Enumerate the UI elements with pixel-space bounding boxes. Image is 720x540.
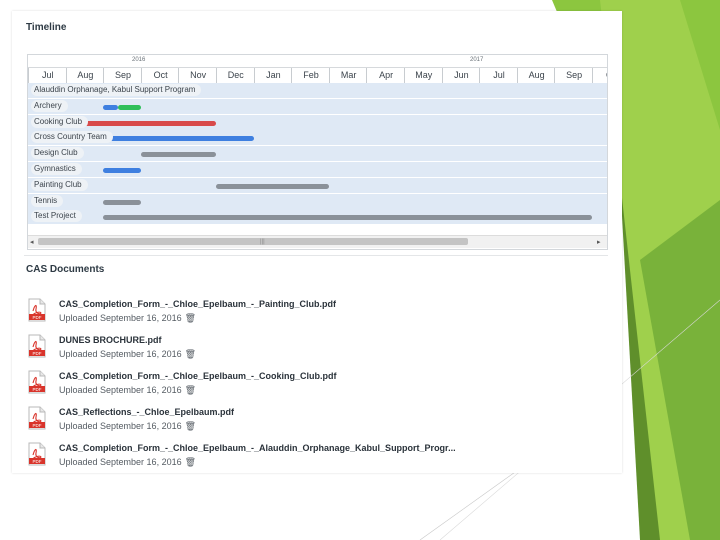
month-label: Mar: [328, 68, 368, 83]
svg-text:PDF: PDF: [33, 387, 42, 392]
activity-label[interactable]: Painting Club: [31, 178, 88, 191]
document-upload-date: Uploaded September 16, 2016 🗑: [59, 349, 196, 360]
grip-icon: |||: [260, 239, 265, 245]
activity-label[interactable]: Alauddin Orphanage, Kabul Support Progra…: [31, 84, 202, 96]
timeline-title: Timeline: [26, 22, 67, 33]
svg-text:PDF: PDF: [33, 351, 42, 356]
timeline-horizontal-scrollbar[interactable]: ◂ ||| ▸: [28, 235, 607, 248]
pdf-file-icon[interactable]: PDF: [28, 370, 46, 394]
timeline-row[interactable]: Alauddin Orphanage, Kabul Support Progra…: [28, 83, 607, 99]
section-divider: [24, 255, 608, 256]
pdf-file-icon[interactable]: PDF: [28, 442, 46, 466]
timeline-bar[interactable]: [103, 168, 141, 173]
activity-label[interactable]: Design Club: [31, 147, 84, 160]
month-label: Jul: [479, 68, 518, 83]
month-label: Jun: [441, 68, 481, 83]
timeline-row[interactable]: Archery: [28, 98, 607, 115]
upload-date-text: Uploaded September 16, 2016: [59, 457, 182, 467]
document-item[interactable]: PDF CAS_Completion_Form_-_Chloe_Epelbaum_…: [28, 442, 528, 476]
timeline-bar[interactable]: [216, 183, 329, 189]
timeline-row[interactable]: Tennis: [28, 193, 607, 210]
timeline-bar[interactable]: [140, 152, 216, 158]
trash-icon[interactable]: 🗑: [185, 313, 196, 323]
month-label: Nov: [178, 68, 217, 83]
document-link[interactable]: DUNES BROCHURE.pdf: [59, 335, 162, 345]
timeline-bar[interactable]: [65, 120, 216, 126]
document-upload-date: Uploaded September 16, 2016 🗑: [59, 385, 196, 396]
month-label: Feb: [291, 68, 330, 83]
activity-label[interactable]: Cross Country Team: [31, 131, 113, 144]
month-label: Apr: [366, 68, 405, 83]
pdf-file-icon[interactable]: PDF: [28, 298, 46, 322]
document-item[interactable]: PDF CAS_Reflections_-_Chloe_Epelbaum.pdf U…: [28, 406, 528, 440]
document-link[interactable]: CAS_Reflections_-_Chloe_Epelbaum.pdf: [59, 407, 234, 417]
svg-text:PDF: PDF: [33, 315, 42, 320]
timeline-row[interactable]: Test Project: [28, 209, 607, 226]
svg-text:PDF: PDF: [33, 459, 42, 464]
month-label: Sep: [103, 68, 142, 83]
timeline-row[interactable]: Painting Club: [28, 177, 607, 194]
month-label: Dec: [216, 68, 255, 83]
scroll-right-icon[interactable]: ▸: [597, 238, 601, 246]
timeline-month-row: Jul Aug Sep Oct Nov Dec Jan Feb Mar Apr May Jun Jul A…: [28, 68, 607, 84]
timeline-row[interactable]: Cross Country Team: [28, 130, 607, 147]
document-item[interactable]: PDF CAS_Completion_Form_-_Chloe_Epelbaum_…: [28, 298, 528, 332]
documents-title: CAS Documents: [26, 264, 105, 275]
scrollbar-thumb[interactable]: |||: [38, 238, 468, 245]
trash-icon[interactable]: 🗑: [185, 349, 196, 359]
month-label: Aug: [65, 68, 105, 83]
month-label: May: [404, 68, 443, 83]
timeline-row[interactable]: Design Club: [28, 146, 607, 163]
pdf-file-icon[interactable]: PDF: [28, 406, 46, 430]
upload-date-text: Uploaded September 16, 2016: [59, 313, 182, 323]
timeline-row[interactable]: Cooking Club: [28, 114, 607, 131]
activity-label[interactable]: Tennis: [31, 194, 64, 207]
document-link[interactable]: CAS_Completion_Form_-_Chloe_Epelbaum_-_P…: [59, 299, 336, 309]
timeline-bar[interactable]: [118, 104, 141, 110]
month-label: Oc: [592, 68, 607, 83]
timeline-bar[interactable]: [103, 104, 119, 110]
timeline-bar[interactable]: [103, 136, 254, 142]
month-label: Jul: [28, 68, 67, 83]
timeline-row[interactable]: Gymnastics: [28, 162, 607, 178]
svg-text:PDF: PDF: [33, 423, 42, 428]
month-label: Aug: [516, 68, 556, 83]
document-item[interactable]: PDF CAS_Completion_Form_-_Chloe_Epelbaum_…: [28, 370, 528, 404]
upload-date-text: Uploaded September 16, 2016: [59, 385, 182, 395]
document-link[interactable]: CAS_Completion_Form_-_Chloe_Epelbaum_-_A…: [59, 443, 456, 453]
document-link[interactable]: CAS_Completion_Form_-_Chloe_Epelbaum_-_C…: [59, 371, 337, 381]
trash-icon[interactable]: 🗑: [185, 421, 196, 431]
pdf-file-icon[interactable]: PDF: [28, 334, 46, 358]
activity-label[interactable]: Test Project: [31, 210, 82, 223]
month-label: Sep: [554, 68, 593, 83]
month-label: Oct: [140, 68, 180, 83]
document-item[interactable]: PDF DUNES BROCHURE.pdf Uploaded September …: [28, 334, 528, 368]
trash-icon[interactable]: 🗑: [185, 385, 196, 395]
timeline-bar[interactable]: [103, 199, 141, 205]
scroll-left-icon[interactable]: ◂: [30, 238, 34, 246]
document-upload-date: Uploaded September 16, 2016 🗑: [59, 421, 196, 432]
year-label: 2016: [132, 57, 146, 63]
timeline-bar[interactable]: [103, 215, 592, 221]
upload-date-text: Uploaded September 16, 2016: [59, 349, 182, 359]
upload-date-text: Uploaded September 16, 2016: [59, 421, 182, 431]
document-upload-date: Uploaded September 16, 2016 🗑: [59, 457, 196, 468]
activity-label[interactable]: Cooking Club: [31, 115, 89, 128]
timeline-year-row: 2016 2017: [28, 55, 607, 68]
activity-label[interactable]: Archery: [31, 99, 68, 112]
document-upload-date: Uploaded September 16, 2016 🗑: [59, 313, 196, 324]
activity-label[interactable]: Gymnastics: [31, 163, 82, 175]
timeline-chart[interactable]: 2016 2017 Jul Aug Sep Oct Nov Dec Jan Feb Mar Apr…: [27, 54, 608, 250]
month-label: Jan: [253, 68, 293, 83]
trash-icon[interactable]: 🗑: [185, 457, 196, 467]
year-label: 2017: [470, 57, 484, 63]
